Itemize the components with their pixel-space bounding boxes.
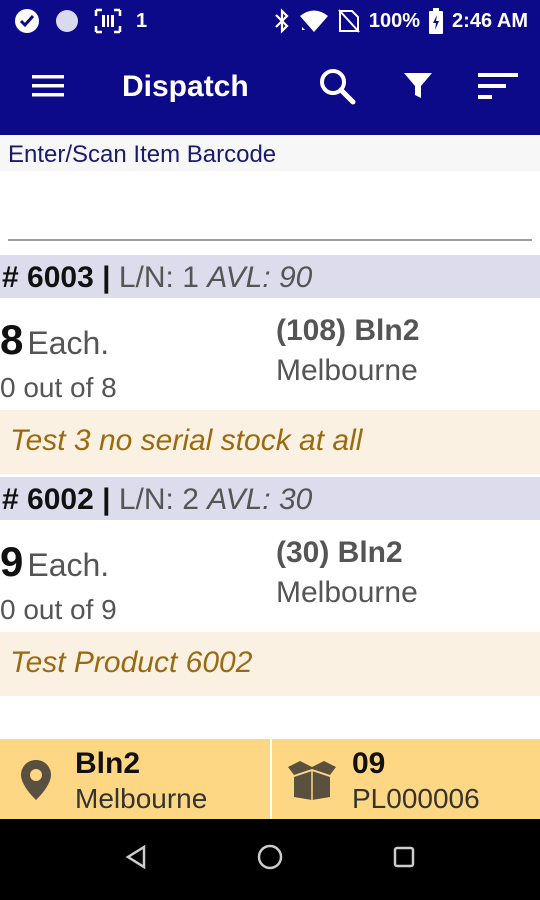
notification-count: 1 bbox=[136, 9, 148, 32]
item-description: Test 3 no serial stock at all bbox=[0, 410, 540, 474]
quantity-value: 8 bbox=[0, 316, 24, 363]
location-label: Melbourne bbox=[276, 354, 418, 387]
filter-button[interactable] bbox=[392, 62, 444, 114]
back-icon bbox=[124, 844, 148, 875]
check-circle-icon bbox=[14, 8, 40, 34]
scan-label-row: Enter/Scan Item Barcode bbox=[0, 135, 540, 171]
location-label: Melbourne bbox=[276, 576, 418, 609]
item-separator: | bbox=[102, 483, 111, 516]
quantity-unit: Each. bbox=[27, 325, 110, 361]
search-button[interactable] bbox=[311, 62, 363, 114]
bluetooth-icon bbox=[273, 8, 291, 34]
quantity: 8 Each. bbox=[0, 316, 109, 364]
pick-progress: 0 out of 9 bbox=[0, 594, 117, 625]
page-title: Dispatch bbox=[122, 70, 249, 103]
item-body: 8 Each. 0 out of 8 (108) Bln2 Melbourne bbox=[0, 298, 540, 410]
barcode-scan-section: Enter/Scan Item Barcode bbox=[0, 135, 540, 255]
app-bar: Dispatch bbox=[0, 42, 540, 135]
circle-icon bbox=[54, 8, 80, 34]
battery-charging-icon bbox=[428, 7, 444, 35]
barcode-input[interactable] bbox=[8, 175, 532, 241]
available-qty: AVL: 30 bbox=[207, 483, 313, 516]
location-pin-icon bbox=[20, 759, 52, 801]
barcode-scanner-icon bbox=[94, 8, 122, 34]
home-icon bbox=[256, 843, 284, 876]
bin-label: (108) Bln2 bbox=[276, 314, 420, 347]
dispatch-item[interactable]: # 6003 | L/N: 1 AVL: 90 8 Each. 0 out of … bbox=[0, 255, 540, 474]
item-number: # 6003 bbox=[2, 261, 94, 294]
summary-bin: Bln2 bbox=[75, 747, 141, 780]
status-bar: 1 100% 2:46 AM bbox=[0, 0, 540, 42]
system-nav-bar bbox=[0, 819, 540, 900]
bin-label: (30) Bln2 bbox=[276, 536, 403, 569]
item-header: # 6002 | L/N: 2 AVL: 30 bbox=[0, 477, 540, 520]
item-separator: | bbox=[102, 261, 111, 294]
item-number: # 6002 bbox=[2, 483, 94, 516]
no-sim-icon bbox=[337, 8, 361, 34]
summary-count: 09 bbox=[352, 747, 386, 780]
line-number: L/N: 2 bbox=[118, 483, 199, 516]
menu-button[interactable] bbox=[22, 62, 74, 114]
menu-icon bbox=[31, 73, 65, 104]
search-icon bbox=[317, 66, 357, 111]
line-number: L/N: 1 bbox=[118, 261, 199, 294]
clock: 2:46 AM bbox=[452, 9, 528, 32]
summary-location: Melbourne bbox=[75, 783, 208, 814]
package-summary[interactable]: 09 PL000006 bbox=[272, 739, 540, 819]
recents-icon bbox=[392, 845, 416, 874]
available-qty: AVL: 90 bbox=[207, 261, 313, 294]
item-body: 9 Each. 0 out of 9 (30) Bln2 Melbourne bbox=[0, 520, 540, 632]
quantity: 9 Each. bbox=[0, 538, 109, 586]
item-description: Test Product 6002 bbox=[0, 632, 540, 696]
summary-pick-list: PL000006 bbox=[352, 783, 480, 814]
item-header: # 6003 | L/N: 1 AVL: 90 bbox=[0, 255, 540, 298]
location-summary[interactable]: Bln2 Melbourne bbox=[0, 739, 270, 819]
nav-recents-button[interactable] bbox=[384, 839, 424, 879]
sort-icon bbox=[476, 71, 520, 106]
quantity-value: 9 bbox=[0, 538, 24, 585]
pick-progress: 0 out of 8 bbox=[0, 372, 117, 403]
nav-back-button[interactable] bbox=[116, 839, 156, 879]
summary-footer: Bln2 Melbourne 09 PL000006 bbox=[0, 739, 540, 819]
dispatch-item[interactable]: # 6002 | L/N: 2 AVL: 30 9 Each. 0 out of … bbox=[0, 477, 540, 696]
nav-home-button[interactable] bbox=[250, 839, 290, 879]
filter-icon bbox=[402, 70, 434, 107]
barcode-field-label: Enter/Scan Item Barcode bbox=[8, 141, 277, 168]
quantity-unit: Each. bbox=[27, 547, 110, 583]
sort-button[interactable] bbox=[472, 62, 524, 114]
wifi-icon bbox=[299, 9, 329, 33]
box-open-icon bbox=[286, 759, 338, 801]
battery-percent: 100% bbox=[368, 9, 421, 32]
